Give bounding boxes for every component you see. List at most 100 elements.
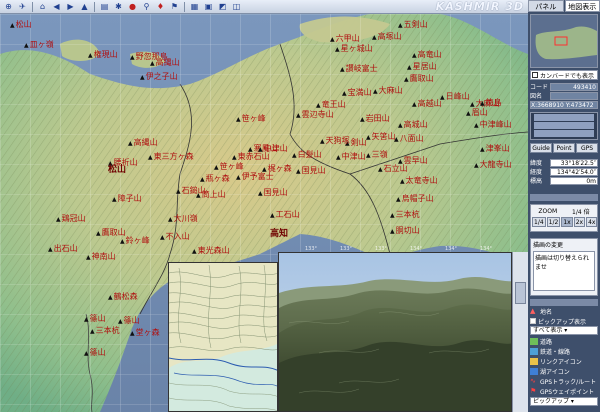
peak-label[interactable]: 雲早山: [398, 156, 428, 166]
peak-label[interactable]: 竜王山: [316, 100, 346, 110]
shaded-relief-map[interactable]: 133°133°133° 134°134°134° 五剣山六甲山高塚山星ヶ城山鷹…: [0, 14, 528, 412]
peak-label[interactable]: 不入山: [160, 232, 190, 242]
city-label[interactable]: 高知: [270, 226, 288, 239]
peak-label[interactable]: 星ヶ城山: [335, 44, 373, 54]
peak-label[interactable]: 篠山: [84, 348, 106, 358]
color-icon[interactable]: ●: [127, 1, 138, 12]
peak-label[interactable]: 篠山: [84, 314, 106, 324]
peak-label[interactable]: 高縄山: [128, 138, 158, 148]
peak-label[interactable]: 鈴ヶ峰: [120, 236, 150, 246]
peak-label[interactable]: 堂ヶ森: [130, 328, 160, 338]
peak-label[interactable]: 六甲山: [330, 34, 360, 44]
3d-bird-view[interactable]: [278, 252, 512, 412]
peak-label[interactable]: 鷹取山: [404, 74, 434, 84]
peak-label[interactable]: 白髪山: [292, 150, 322, 160]
peak-label[interactable]: 天狗塚: [320, 136, 350, 146]
peak-label[interactable]: 太竜寺山: [400, 176, 438, 186]
book-icon[interactable]: ▤: [99, 1, 110, 12]
peak-label[interactable]: 中津山: [336, 152, 366, 162]
peak-label[interactable]: 権現山: [88, 50, 118, 60]
search-icon[interactable]: ⚲: [141, 1, 152, 12]
pickup-check-row[interactable]: ピックアップ表示: [530, 316, 598, 326]
home-icon[interactable]: ⌂: [37, 1, 48, 12]
gps-button[interactable]: GPS: [576, 143, 598, 153]
peak-label[interactable]: 高城山: [398, 120, 428, 130]
peak-label[interactable]: 眉山: [466, 108, 488, 118]
point-button[interactable]: Point: [553, 143, 575, 153]
peak-label[interactable]: 鶏冠山: [56, 214, 86, 224]
peak-label[interactable]: 高越山: [412, 99, 442, 109]
peak-label[interactable]: 三嶺: [366, 150, 388, 160]
peak-label[interactable]: 高竜山: [412, 50, 442, 60]
zoom-2x-button[interactable]: 2x: [573, 217, 586, 227]
peak-label[interactable]: 星居山: [407, 62, 437, 72]
layer-lake-icons[interactable]: 湖アイコン: [530, 366, 598, 376]
peak-label[interactable]: 三本杭: [90, 326, 120, 336]
layer-gps-track[interactable]: ∿ GPSトラック/ルート: [530, 376, 598, 386]
peak-label[interactable]: 徳島: [480, 98, 502, 108]
terrain-icon[interactable]: ◩: [217, 1, 228, 12]
peak-label[interactable]: 中津峰山: [474, 120, 512, 130]
zoom-half-button[interactable]: 1/2: [546, 217, 561, 227]
peak-label[interactable]: 岩田山: [360, 114, 390, 124]
peak-label[interactable]: 宝満山: [342, 88, 372, 98]
peak-label[interactable]: 大麻山: [373, 86, 403, 96]
layer-rail[interactable]: 鉄道・線路: [530, 346, 598, 356]
zoom-in-icon[interactable]: ⊕: [3, 1, 14, 12]
peak-label[interactable]: 五剣山: [398, 20, 428, 30]
mountain-icon[interactable]: ▲: [79, 1, 90, 12]
peak-label[interactable]: 松山: [10, 20, 32, 30]
peak-label[interactable]: 国見山: [258, 188, 288, 198]
zoom-4x-button[interactable]: 4x: [586, 217, 598, 227]
peak-label[interactable]: 東三方ヶ森: [148, 152, 194, 162]
layer-place-names[interactable]: ▲ 地名: [530, 306, 598, 316]
peak-label[interactable]: 笹ヶ峰: [236, 114, 266, 124]
layer-roads[interactable]: 道路: [530, 336, 598, 346]
zoom-quarter-button[interactable]: 1/4: [532, 217, 546, 227]
peak-label[interactable]: 笹ヶ峰: [214, 162, 244, 172]
peak-label[interactable]: 皿ヶ嶺: [24, 40, 54, 50]
checkbox[interactable]: [532, 72, 538, 78]
bird-icon[interactable]: ✈: [17, 1, 28, 12]
place-filter-select[interactable]: すべて表示 ▾: [530, 326, 598, 335]
peak-label[interactable]: 津峯山: [480, 144, 510, 154]
peak-label[interactable]: 伊之子山: [140, 72, 178, 82]
guide-button[interactable]: Guide: [530, 143, 552, 153]
checkbox[interactable]: [530, 318, 536, 324]
flag-icon[interactable]: ⚑: [169, 1, 180, 12]
peak-label[interactable]: 瓶ヶ森: [200, 174, 230, 184]
save-icon[interactable]: ◫: [231, 1, 242, 12]
peak-label[interactable]: 出石山: [48, 244, 78, 254]
city-label[interactable]: 松山: [108, 162, 126, 175]
peak-label[interactable]: 梶ヶ森: [262, 164, 292, 174]
layer-link-icons[interactable]: リンクアイコン: [530, 356, 598, 366]
peak-label[interactable]: 胴切山: [390, 226, 420, 236]
show-camera-row[interactable]: カンバードでも表示: [530, 70, 598, 80]
peak-label[interactable]: 筒上山: [196, 190, 226, 200]
forward-icon[interactable]: ▶: [65, 1, 76, 12]
grid-icon[interactable]: ▦: [189, 1, 200, 12]
pin-icon[interactable]: ♦: [155, 1, 166, 12]
zoom-1x-button[interactable]: 1x: [561, 217, 573, 227]
3d-view-scrollbar[interactable]: [512, 252, 528, 412]
peak-label[interactable]: 神南山: [86, 252, 116, 262]
peak-label[interactable]: 篠山: [118, 316, 140, 326]
tab-panel[interactable]: パネル: [528, 0, 564, 12]
peak-label[interactable]: 雲辺寺山: [296, 110, 334, 120]
peak-label[interactable]: 鶴松森: [108, 292, 138, 302]
peak-label[interactable]: 国見山: [296, 166, 326, 176]
peak-label[interactable]: 日峰山: [440, 92, 470, 102]
pickup-select[interactable]: ピックアップ ▾: [530, 397, 598, 406]
back-icon[interactable]: ◀: [51, 1, 62, 12]
tab-map-display[interactable]: 地図表示: [564, 0, 600, 12]
layer-gps-waypoint[interactable]: ⚑ GPSウェイポイント: [530, 386, 598, 396]
print-icon[interactable]: ▣: [203, 1, 214, 12]
peak-label[interactable]: 讃岐富士: [340, 64, 378, 74]
overview-map[interactable]: [530, 14, 598, 68]
inset-topo-map[interactable]: [168, 262, 278, 412]
peak-label[interactable]: 矢筈山: [366, 132, 396, 142]
peak-label[interactable]: 大川嶺: [168, 214, 198, 224]
peak-label[interactable]: 大龍寺山: [474, 160, 512, 170]
peak-label[interactable]: 八面山: [394, 134, 424, 144]
peak-label[interactable]: 三本杭: [390, 210, 420, 220]
